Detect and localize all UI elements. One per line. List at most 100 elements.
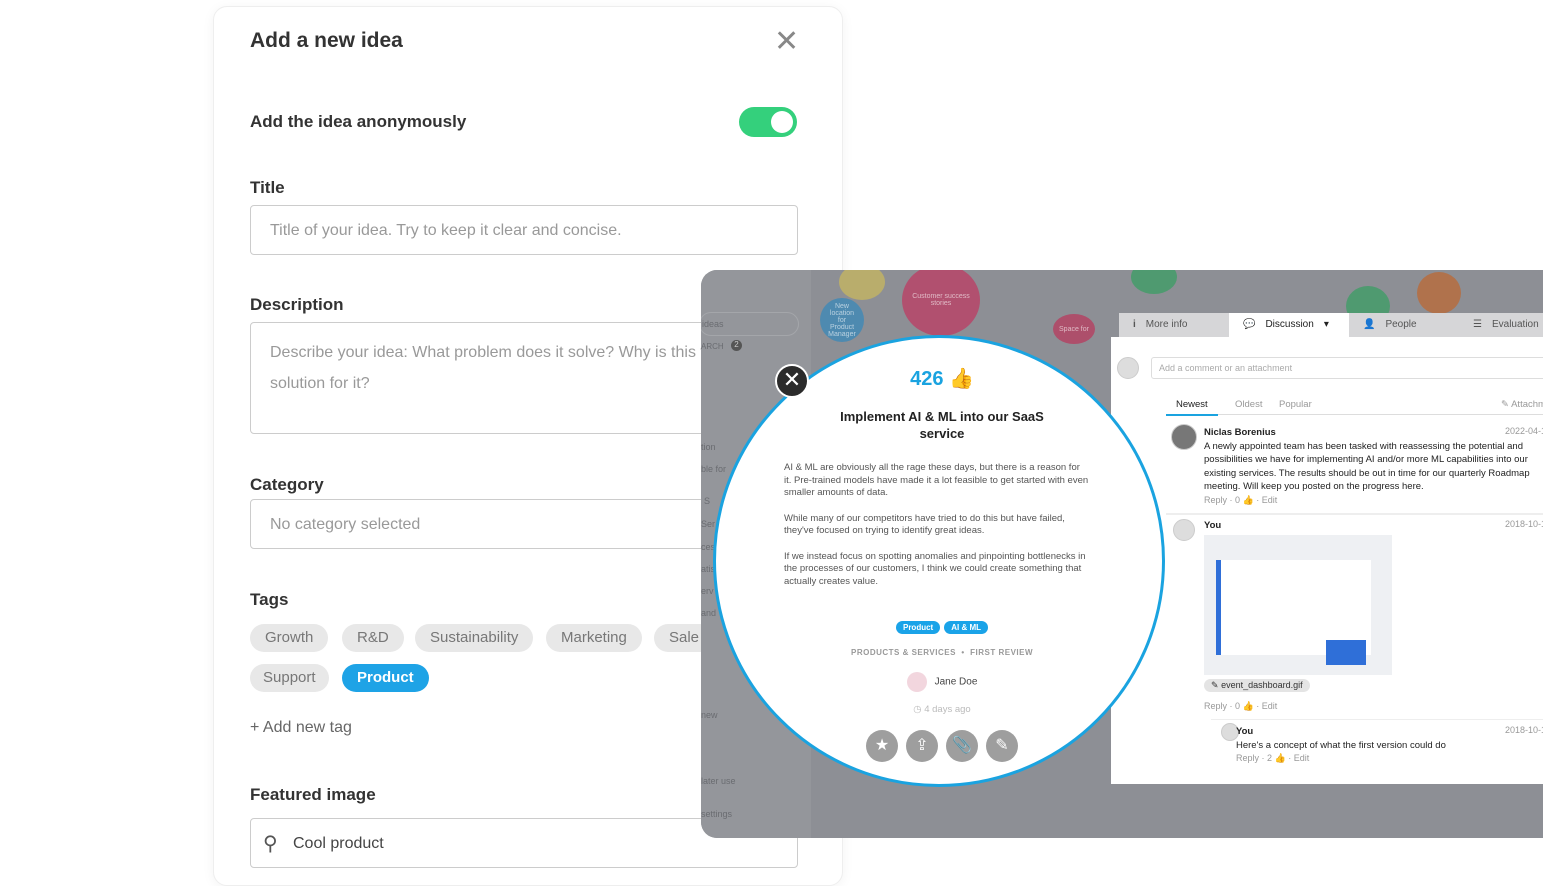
idea-paragraph: While many of our competitors have tried…: [784, 512, 1065, 537]
anonymous-label: Add the idea anonymously: [250, 112, 467, 131]
add-tag-link[interactable]: + Add new tag: [250, 719, 352, 737]
title-input[interactable]: Title of your idea. Try to keep it clear…: [250, 205, 798, 255]
paperclip-icon: ✎: [1211, 680, 1219, 690]
tags-label: Tags: [250, 590, 289, 609]
info-icon: i: [1133, 319, 1136, 330]
tag-pill[interactable]: Product: [895, 621, 941, 634]
discussion-panel: Add a comment or an attachment Newest Ol…: [1111, 337, 1543, 784]
sort-newest[interactable]: Newest: [1166, 399, 1218, 416]
tag-rnd[interactable]: R&D: [342, 624, 404, 652]
attachment-chip[interactable]: ✎ event_dashboard.gif: [1204, 679, 1310, 692]
idea-paragraph: AI & ML are obviously all the rage these…: [784, 462, 1089, 498]
search-icon: ⚲: [263, 833, 278, 855]
comment-input[interactable]: Add a comment or an attachment: [1151, 357, 1543, 379]
thumbs-up-icon[interactable]: 👍: [1275, 753, 1286, 763]
edit-link[interactable]: Edit: [1294, 753, 1310, 763]
tag-growth[interactable]: Growth: [250, 624, 329, 652]
paperclip-icon[interactable]: 📎: [946, 730, 978, 762]
bg-badge: 2: [731, 340, 742, 351]
tag-marketing[interactable]: Marketing: [546, 624, 642, 652]
comment-actions: Reply · 0 👍 · Edit: [1204, 495, 1278, 505]
bg-search: ideas: [701, 312, 799, 336]
dashboard-thumbnail-card: [1326, 640, 1366, 665]
bg-text: later use: [701, 776, 736, 786]
idea-tags: Product AI & ML: [716, 617, 1168, 635]
image-search-value: Cool product: [293, 835, 384, 852]
share-icon[interactable]: ⇪: [906, 730, 938, 762]
avatar: [1173, 519, 1195, 541]
comment-author: Niclas Borenius: [1204, 427, 1276, 438]
anonymous-toggle[interactable]: [739, 107, 797, 137]
like-count: 0: [1235, 701, 1241, 711]
attachment-name: event_dashboard.gif: [1221, 680, 1303, 690]
attachments-filter[interactable]: ✎ Attachments: [1501, 399, 1543, 410]
person-icon: 👤: [1363, 319, 1376, 330]
bg-text: S: [704, 496, 711, 506]
close-button[interactable]: ✕: [775, 364, 809, 398]
bg-bubble: Customer success stories: [902, 270, 980, 336]
tag-sustainability[interactable]: Sustainability: [415, 624, 534, 652]
reply-link[interactable]: Reply: [1236, 753, 1259, 763]
thumbs-up-icon[interactable]: 👍: [1243, 495, 1254, 505]
idea-paragraph: If we instead focus on spotting anomalie…: [784, 550, 1086, 587]
comment-text: A newly appointed team has been tasked w…: [1204, 441, 1530, 492]
pencil-icon[interactable]: ✎: [986, 730, 1018, 762]
sort-oldest[interactable]: Oldest: [1235, 399, 1262, 410]
tab-more-info[interactable]: i More info: [1119, 313, 1229, 337]
tab-people[interactable]: 👤 People: [1349, 313, 1459, 337]
attach-label: Attachments: [1511, 399, 1543, 410]
comment-date: 2018-10-18: [1505, 519, 1543, 529]
reply-link[interactable]: Reply: [1204, 495, 1227, 505]
idea-author: Jane Doe: [716, 672, 1168, 692]
tab-label: More info: [1145, 319, 1188, 330]
like-count: 0: [1235, 495, 1241, 505]
bg-text: settings: [701, 809, 733, 819]
chat-icon: 💬: [1243, 319, 1256, 330]
reply-link[interactable]: Reply: [1204, 701, 1227, 711]
star-icon[interactable]: ★: [866, 730, 898, 762]
featured-image-label: Featured image: [250, 785, 376, 804]
tab-discussion[interactable]: 💬 Discussion ▾: [1229, 313, 1349, 337]
bg-text: ble for: [701, 464, 727, 474]
idea-card-magnifier: 426 👍 Implement AI & ML into our SaaS se…: [713, 335, 1165, 787]
clock-icon: ◷: [913, 704, 922, 715]
comment-author: You: [1236, 726, 1254, 737]
comment-author: You: [1204, 520, 1222, 531]
avatar: [1171, 424, 1197, 450]
tag-product[interactable]: Product: [342, 664, 429, 692]
sort-popular[interactable]: Popular: [1279, 399, 1312, 410]
sort-tabs: Newest Oldest Popular ✎ Attachments: [1166, 397, 1543, 416]
tab-label: Discussion: [1265, 319, 1314, 330]
comment-date: 2022-04-13: [1505, 426, 1543, 436]
detail-tabs: i More info 💬 Discussion ▾ 👤 People ☰ Evaluat…: [1119, 313, 1543, 337]
author-name: Jane Doe: [934, 676, 978, 688]
bg-bubble: Space for: [1053, 314, 1095, 344]
idea-time: ◷ 4 days ago: [716, 704, 1168, 715]
edit-link[interactable]: Edit: [1262, 701, 1278, 711]
thumbs-up-icon[interactable]: 👍: [1243, 701, 1254, 711]
caret-down-icon: ▾: [1323, 319, 1329, 330]
modal-title: Add a new idea: [250, 29, 403, 52]
idea-category: PRODUCTS & SERVICES • FIRST REVIEW: [850, 648, 1034, 657]
title-label: Title: [250, 178, 285, 197]
attachment-image[interactable]: [1204, 535, 1392, 675]
bg-text: and: [701, 608, 717, 618]
tab-label: People: [1385, 319, 1417, 330]
vote-number: 426: [910, 368, 944, 390]
avatar: [906, 672, 927, 692]
close-icon[interactable]: ✕: [774, 27, 799, 57]
bg-text: Ser: [701, 519, 716, 529]
tag-pill[interactable]: AI & ML: [944, 621, 988, 634]
like-count: 2: [1267, 753, 1273, 763]
time-text: 4 days ago: [924, 704, 971, 715]
bg-bubble: [839, 270, 885, 300]
divider: [1166, 513, 1543, 515]
tab-label: Evaluation: [1491, 319, 1539, 330]
tab-evaluation[interactable]: ☰ Evaluation: [1459, 313, 1543, 337]
tag-support[interactable]: Support: [250, 664, 329, 692]
edit-link[interactable]: Edit: [1262, 495, 1278, 505]
thumbs-up-icon[interactable]: 👍: [949, 368, 974, 390]
bg-text: ARCH: [701, 342, 724, 351]
idea-title: Implement AI & ML into our SaaS service: [840, 409, 1044, 441]
category-text: PRODUCTS & SERVICES: [850, 648, 956, 657]
